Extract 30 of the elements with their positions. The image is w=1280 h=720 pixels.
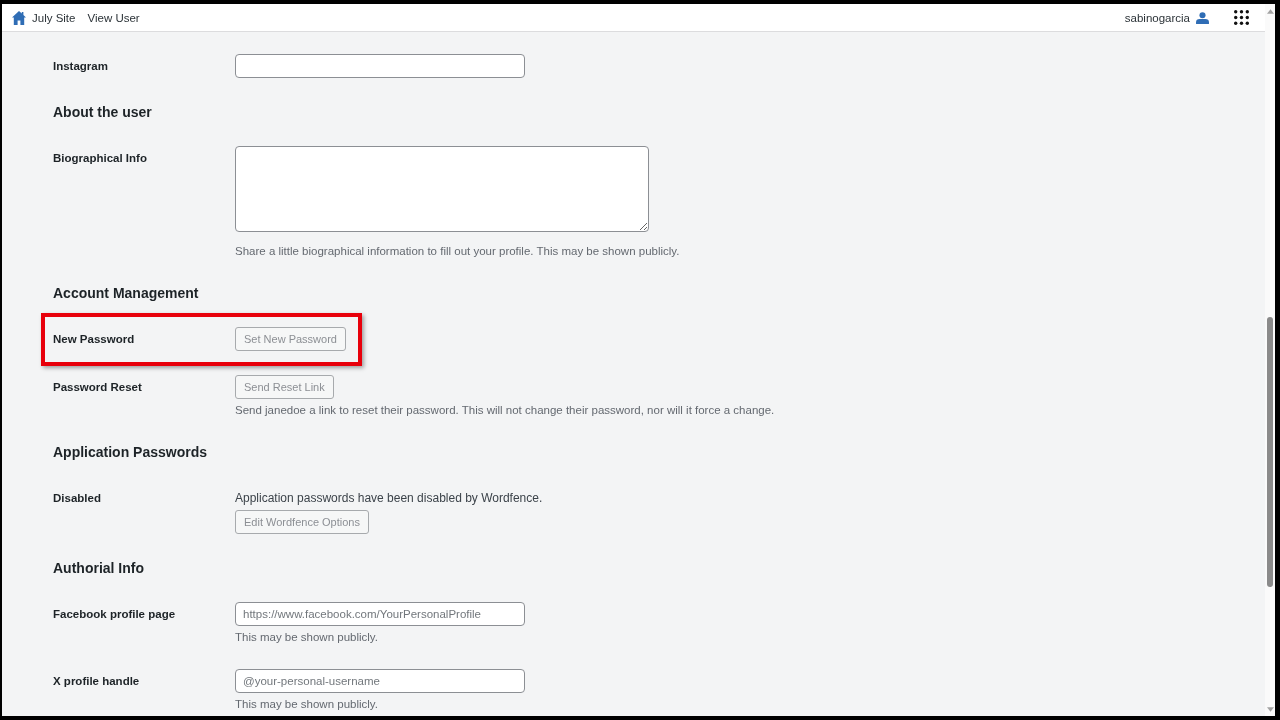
field-label: Password Reset — [53, 380, 143, 395]
top-bar-link[interactable]: View User — [87, 11, 140, 24]
field-label: New Password — [53, 332, 136, 347]
text-input[interactable]: https://www.facebook.com/YourPersonalProfile — [235, 602, 525, 626]
section-heading: Authorial Info — [53, 559, 145, 578]
text-input[interactable] — [235, 54, 525, 78]
text-area[interactable] — [235, 146, 649, 232]
notice-text: Application passwords have been disabled by Wordfence. — [235, 490, 543, 507]
home-icon — [12, 10, 26, 25]
field-description: Send janedoe a link to reset their password. This will not change their password, nor will it force a change. — [235, 403, 775, 418]
field-description: This may be shown publicly. — [235, 630, 378, 645]
top-bar-link[interactable]: July Site — [12, 10, 76, 25]
section-heading: Application Passwords — [53, 443, 209, 462]
scroll-down-icon[interactable] — [1266, 707, 1274, 712]
field-label: X profile handle — [53, 674, 141, 689]
scroll-thumb[interactable] — [1267, 317, 1273, 587]
section-heading: Account Management — [53, 284, 200, 303]
scroll-up-icon[interactable] — [1266, 9, 1274, 14]
user-icon — [1196, 11, 1209, 24]
field-label: Instagram — [53, 59, 109, 74]
text-input[interactable]: @your-personal-username — [235, 669, 525, 693]
account-link[interactable]: sabinogarcia — [1124, 11, 1209, 24]
field-description: Share a little biographical information to fill out your profile. This may be shown publicly. — [235, 244, 680, 259]
field-label: Disabled — [53, 491, 102, 506]
app-grid-icon[interactable] — [1234, 10, 1249, 25]
scrollbar[interactable] — [1265, 4, 1275, 716]
field-label: Facebook profile page — [53, 607, 177, 622]
field-label: Biographical Info — [53, 151, 148, 166]
section-heading: About the user — [53, 103, 153, 122]
field-description: This may be shown publicly. — [235, 697, 378, 712]
